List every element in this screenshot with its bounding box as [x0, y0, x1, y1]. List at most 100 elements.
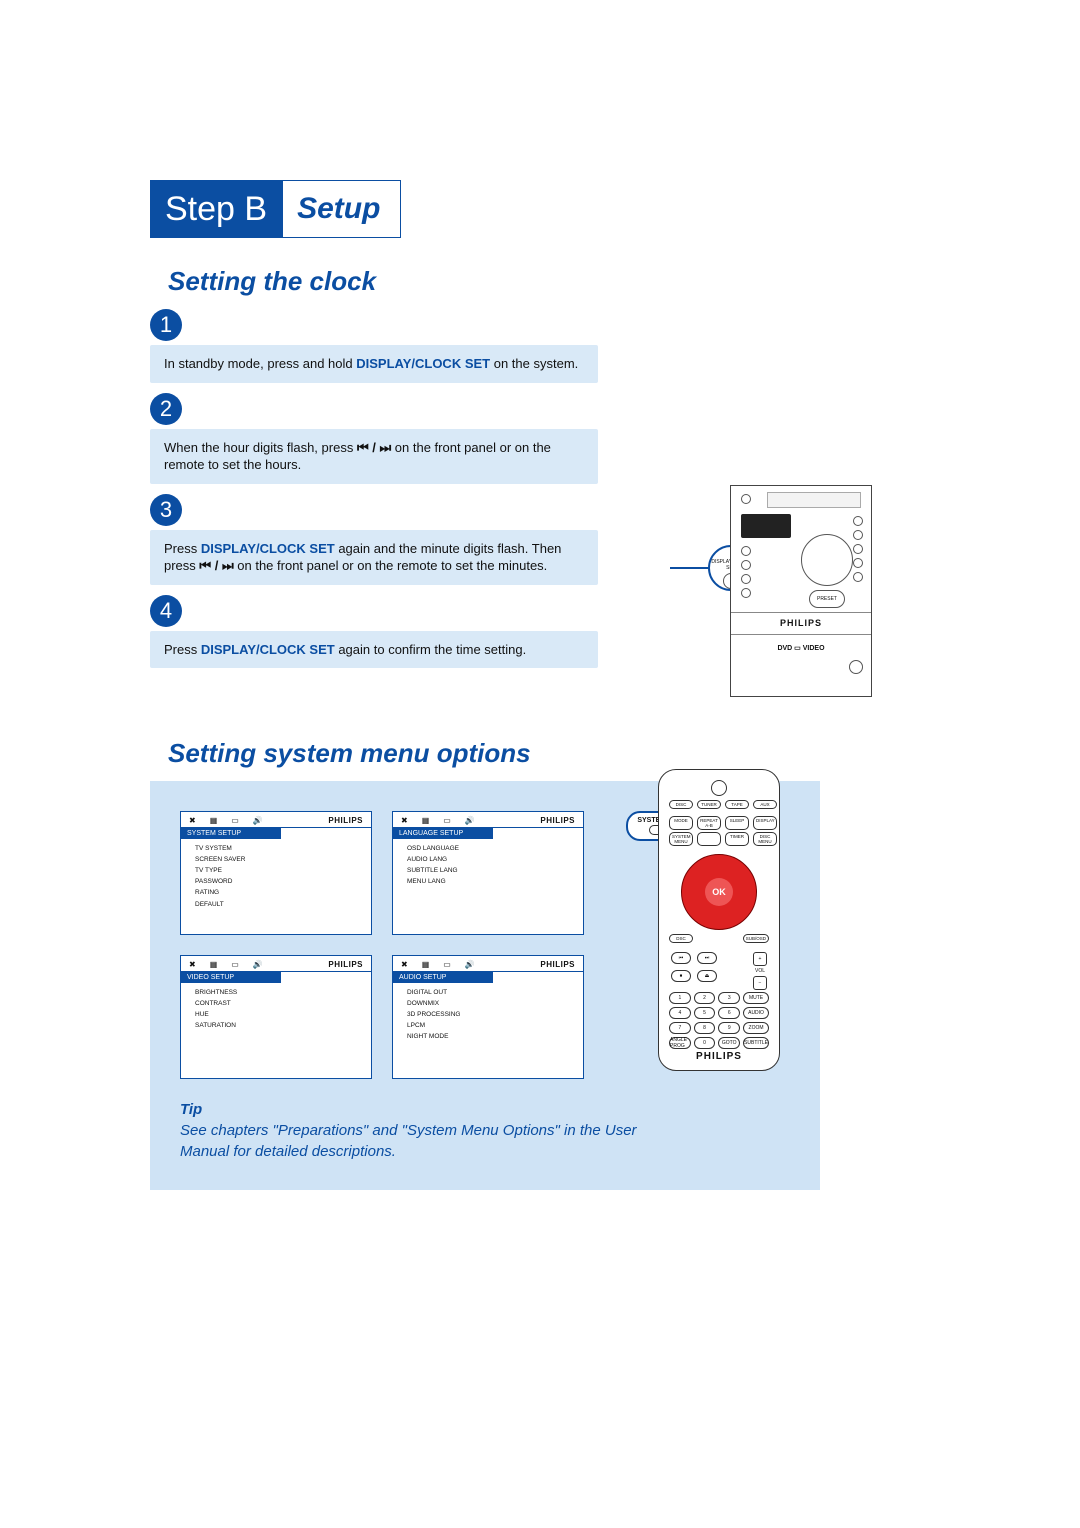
menu-item: OSD LANGUAGE: [407, 843, 583, 854]
vol-label: VOL: [755, 968, 765, 974]
remote-pill: TAPE: [725, 800, 749, 809]
device-illustration: DISPLAY/CLOCK SET PRESET PHILIPS DVD ▭ V…: [730, 485, 890, 705]
skip-icons: ⏮ / ⏭: [199, 558, 233, 573]
tip-body: See chapters "Preparations" and "System …: [180, 1120, 680, 1162]
menu-card-icons: ✖▦▭🔊PHILIPS: [393, 956, 583, 972]
remote-pill: [697, 832, 721, 846]
numpad: 123MUTE456AUDIO789ZOOMANGLE PROG0GOTOSUB…: [669, 992, 769, 1049]
brand-label: PHILIPS: [540, 816, 575, 825]
remote-row: DSC SUB/OSD: [669, 934, 769, 943]
step-number: 3: [150, 494, 182, 526]
step-box: When the hour digits flash, press ⏮ / ⏭ …: [150, 429, 598, 484]
menu-item: BRIGHTNESS: [195, 987, 371, 998]
menu-item: DOWNMIX: [407, 998, 583, 1009]
step-text: In standby mode, press and hold: [164, 356, 356, 371]
menu-item: SATURATION: [195, 1020, 371, 1031]
numpad-key: ZOOM: [743, 1022, 769, 1034]
numpad-key: SUBTITLE: [743, 1037, 769, 1049]
remote-pill: SLEEP: [725, 816, 749, 830]
tip-heading: Tip: [180, 1099, 680, 1120]
numpad-key: 7: [669, 1022, 691, 1034]
menu-item: PASSWORD: [195, 876, 371, 887]
step-header: Step B Setup: [150, 180, 401, 238]
step-text: on the front panel or on the remote to s…: [234, 558, 548, 573]
numpad-key: GOTO: [718, 1037, 740, 1049]
callout-line: [670, 567, 710, 569]
menu-card-list: TV SYSTEMSCREEN SAVERTV TYPEPASSWORDRATI…: [195, 843, 371, 909]
menu-item: HUE: [195, 1009, 371, 1020]
device-preset: PRESET: [809, 590, 845, 608]
remote-pill: AUX: [753, 800, 777, 809]
remote-brand: PHILIPS: [659, 1051, 779, 1062]
device-button: [741, 494, 751, 504]
speaker-icon: 🔊: [253, 960, 263, 969]
device-button: [853, 544, 863, 554]
menu-item: DEFAULT: [195, 899, 371, 910]
device-button: [849, 660, 863, 674]
numpad-key: 2: [694, 992, 716, 1004]
grid-icon: ▦: [210, 816, 218, 825]
ok-button: OK: [705, 878, 733, 906]
speaker-icon: 🔊: [465, 960, 475, 969]
step-b-badge: Step B: [151, 181, 283, 237]
device-top-panel: [767, 492, 861, 508]
remote-pill: DSC: [669, 934, 693, 943]
skip-icons: ⏮ / ⏭: [357, 440, 391, 455]
numpad-key: 1: [669, 992, 691, 1004]
tool-icon: ✖: [401, 816, 408, 825]
menu-card-title: AUDIO SETUP: [393, 972, 493, 983]
remote-pill: DISPLAY: [753, 816, 777, 830]
step-bold: DISPLAY/CLOCK SET: [201, 541, 335, 556]
remote-row: MODEREPEAT A-BSLEEPDISPLAY: [669, 816, 769, 830]
menu-item: LPCM: [407, 1020, 583, 1031]
volume-control: + VOL −: [753, 952, 767, 990]
menu-card-title: LANGUAGE SETUP: [393, 828, 493, 839]
next-icon: ⏭: [697, 952, 717, 964]
step-number: 2: [150, 393, 182, 425]
tip-block: Tip See chapters "Preparations" and "Sys…: [180, 1099, 680, 1162]
screen-icon: ▭: [443, 960, 451, 969]
menu-card: ✖▦▭🔊PHILIPSAUDIO SETUPDIGITAL OUTDOWNMIX…: [392, 955, 584, 1079]
step-box: Press DISPLAY/CLOCK SET again to confirm…: [150, 631, 598, 669]
brand-label: PHILIPS: [328, 960, 363, 969]
menu-card-icons: ✖▦▭🔊PHILIPS: [181, 956, 371, 972]
device-button: [853, 572, 863, 582]
device-body: PRESET PHILIPS DVD ▭ VIDEO: [730, 485, 872, 697]
device-button: [853, 558, 863, 568]
vol-up-icon: +: [753, 952, 767, 966]
preset-label: PRESET: [817, 596, 837, 602]
numpad-key: 9: [718, 1022, 740, 1034]
tool-icon: ✖: [401, 960, 408, 969]
step-text: again to confirm the time setting.: [335, 642, 526, 657]
step-box: In standby mode, press and hold DISPLAY/…: [150, 345, 598, 383]
screen-icon: ▭: [231, 960, 239, 969]
device-display: [741, 514, 791, 538]
numpad-key: 5: [694, 1007, 716, 1019]
menu-card-list: OSD LANGUAGEAUDIO LANGSUBTITLE LANGMENU …: [407, 843, 583, 887]
remote-pill: MODE: [669, 816, 693, 830]
menu-card: ✖▦▭🔊PHILIPSLANGUAGE SETUPOSD LANGUAGEAUD…: [392, 811, 584, 935]
vol-down-icon: −: [753, 976, 767, 990]
remote-pill: REPEAT A-B: [697, 816, 721, 830]
menu-item: SUBTITLE LANG: [407, 865, 583, 876]
menu-item: TV SYSTEM: [195, 843, 371, 854]
power-icon: [711, 780, 727, 796]
remote-pill: DISC MENU: [753, 832, 777, 846]
clock-steps: 1 In standby mode, press and hold DISPLA…: [150, 309, 770, 668]
menu-panel: ✖▦▭🔊PHILIPSSYSTEM SETUPTV SYSTEMSCREEN S…: [150, 781, 820, 1190]
numpad-key: AUDIO: [743, 1007, 769, 1019]
menu-card-list: DIGITAL OUTDOWNMIX3D PROCESSINGLPCMNIGHT…: [407, 987, 583, 1042]
numpad-key: MUTE: [743, 992, 769, 1004]
menu-item: AUDIO LANG: [407, 854, 583, 865]
menu-card: ✖▦▭🔊PHILIPSSYSTEM SETUPTV SYSTEMSCREEN S…: [180, 811, 372, 935]
grid-icon: ▦: [422, 816, 430, 825]
menu-item: RATING: [195, 887, 371, 898]
dpad: OK: [681, 854, 757, 930]
grid-icon: ▦: [210, 960, 218, 969]
numpad-key: 4: [669, 1007, 691, 1019]
remote-pill: DISC: [669, 800, 693, 809]
setup-label: Setup: [283, 181, 400, 237]
numpad-key: 3: [718, 992, 740, 1004]
section-title-menu: Setting system menu options: [168, 738, 950, 769]
device-dvd-logo: DVD ▭ VIDEO: [731, 644, 871, 652]
